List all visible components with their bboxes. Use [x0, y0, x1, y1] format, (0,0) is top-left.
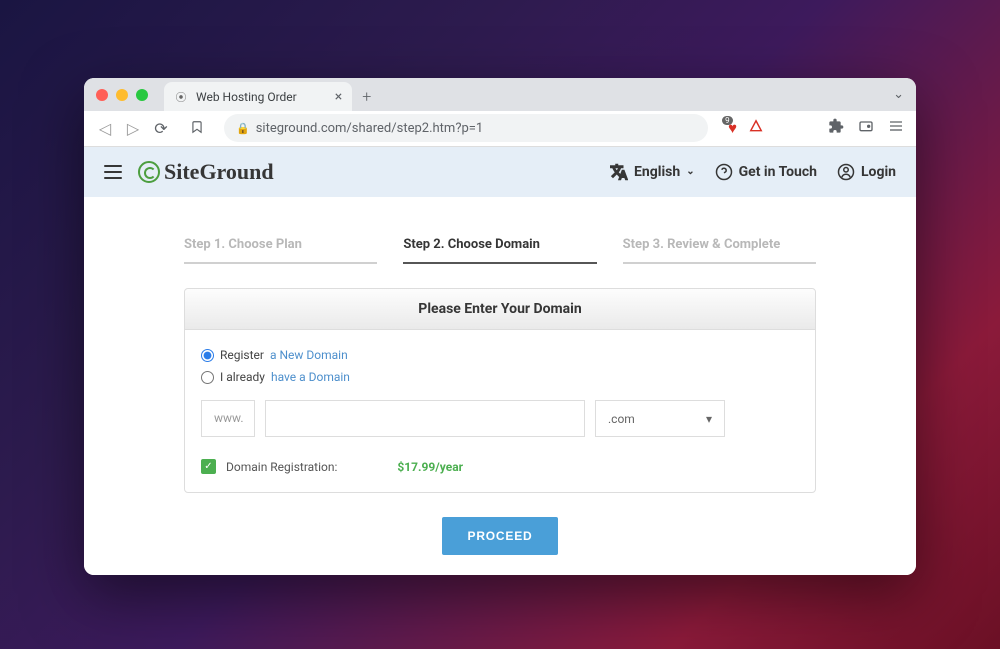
wallet-icon[interactable]	[858, 118, 874, 138]
site-logo[interactable]: SiteGround	[138, 159, 274, 185]
proceed-button[interactable]: PROCEED	[442, 517, 559, 555]
register-domain-radio[interactable]: Register a New Domain	[201, 348, 799, 362]
language-selector[interactable]: English ⌄	[610, 163, 695, 181]
login-label: Login	[861, 164, 896, 180]
translate-icon	[610, 163, 628, 181]
tld-value: .com	[608, 412, 635, 426]
help-icon	[715, 163, 733, 181]
get-in-touch-label: Get in Touch	[739, 164, 817, 180]
chevron-down-icon: ⌄	[686, 166, 694, 177]
browser-window: ⦿ Web Hosting Order × + ⌄ ◁ ▷ ⟳ 🔒 sitegr…	[84, 78, 916, 575]
lock-icon: 🔒	[236, 122, 250, 135]
register-link[interactable]: a New Domain	[270, 348, 348, 362]
steps-nav: Step 1. Choose Plan Step 2. Choose Domai…	[184, 237, 816, 264]
back-icon[interactable]: ◁	[96, 119, 114, 137]
dropdown-arrow-icon: ▾	[706, 412, 712, 426]
forward-icon: ▷	[124, 119, 142, 137]
already-link[interactable]: have a Domain	[271, 370, 350, 384]
favicon-icon: ⦿	[174, 90, 188, 104]
user-icon	[837, 163, 855, 181]
hamburger-menu-icon[interactable]	[104, 165, 122, 179]
tld-select[interactable]: .com ▾	[595, 400, 725, 437]
language-label: English	[634, 164, 680, 180]
extension-icons: ♥9	[728, 119, 763, 137]
url-input[interactable]: 🔒 siteground.com/shared/step2.htm?p=1	[224, 114, 708, 142]
tab-bar: ⦿ Web Hosting Order × + ⌄	[84, 78, 916, 111]
register-radio-input[interactable]	[201, 349, 214, 362]
step-3: Step 3. Review & Complete	[623, 237, 816, 264]
brave-extension-icon[interactable]	[749, 119, 763, 137]
logo-swirl-icon	[138, 161, 160, 183]
reload-icon[interactable]: ⟳	[152, 119, 170, 137]
pricing-row: ✓ Domain Registration: $17.99/year	[201, 459, 799, 474]
login-button[interactable]: Login	[837, 163, 896, 181]
browser-tab[interactable]: ⦿ Web Hosting Order ×	[164, 82, 352, 112]
new-tab-icon[interactable]: +	[362, 83, 371, 106]
maximize-window-icon[interactable]	[136, 89, 148, 101]
price-label: Domain Registration:	[226, 460, 337, 474]
tab-close-icon[interactable]: ×	[335, 89, 342, 105]
register-prefix: Register	[220, 348, 264, 362]
shield-extension-icon[interactable]: ♥9	[728, 119, 737, 137]
domain-card: Please Enter Your Domain Register a New …	[184, 288, 816, 493]
www-prefix: www.	[201, 400, 255, 437]
check-icon: ✓	[201, 459, 216, 474]
tab-title: Web Hosting Order	[196, 90, 297, 104]
step-1[interactable]: Step 1. Choose Plan	[184, 237, 377, 264]
traffic-lights[interactable]	[96, 89, 148, 101]
get-in-touch-button[interactable]: Get in Touch	[715, 163, 817, 181]
price-value: $17.99/year	[397, 460, 463, 474]
minimize-window-icon[interactable]	[116, 89, 128, 101]
step-2[interactable]: Step 2. Choose Domain	[403, 237, 596, 264]
close-window-icon[interactable]	[96, 89, 108, 101]
domain-name-input[interactable]	[265, 400, 585, 437]
url-text: siteground.com/shared/step2.htm?p=1	[256, 121, 484, 136]
address-bar: ◁ ▷ ⟳ 🔒 siteground.com/shared/step2.htm?…	[84, 111, 916, 147]
bookmark-icon[interactable]	[190, 119, 204, 138]
logo-text: SiteGround	[164, 159, 274, 185]
already-prefix: I already	[220, 370, 265, 384]
main-content: Step 1. Choose Plan Step 2. Choose Domai…	[84, 197, 916, 575]
site-header: SiteGround English ⌄ Get in Touch Lo	[84, 147, 916, 197]
extensions-icon[interactable]	[828, 118, 844, 138]
card-title: Please Enter Your Domain	[185, 289, 815, 330]
already-radio-input[interactable]	[201, 371, 214, 384]
tabs-dropdown-icon[interactable]: ⌄	[893, 87, 904, 102]
menu-icon[interactable]	[888, 118, 904, 138]
already-have-radio[interactable]: I already have a Domain	[201, 370, 799, 384]
